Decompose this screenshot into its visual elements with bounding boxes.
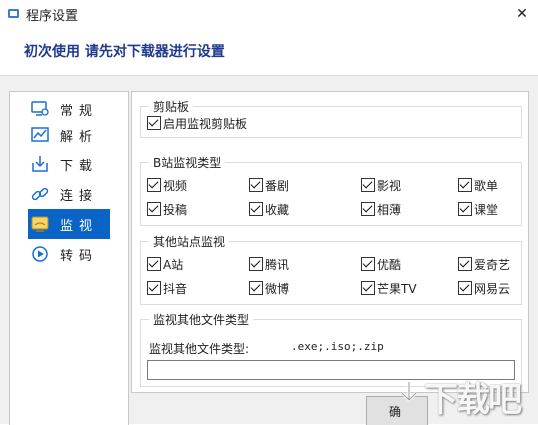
- sidebar-item-connect[interactable]: 连接: [28, 179, 110, 209]
- checkbox-checked-icon: [361, 178, 375, 192]
- checkbox-checked-icon: [249, 257, 263, 271]
- link-icon: [31, 187, 49, 201]
- group-title: 剪贴板: [149, 98, 194, 115]
- banner-text: 初次使用 请先对下载器进行设置: [24, 44, 225, 60]
- other-sites-group: 其他站点监视 A站 腾讯 优酷 爱奇艺 抖音 微博 芒果TV 网易云: [140, 233, 522, 305]
- checkbox-checked-icon: [458, 257, 472, 271]
- file-types-label: 监视其他文件类型:: [149, 342, 250, 356]
- checkbox-label: 收藏: [265, 203, 290, 217]
- play-circle-icon: [32, 246, 48, 262]
- checkbox-label: 歌单: [474, 179, 499, 193]
- checkbox-checked-icon: [147, 178, 161, 192]
- checkbox-label: 番剧: [265, 179, 290, 193]
- setup-banner: 初次使用 请先对下载器进行设置: [0, 28, 538, 76]
- checkbox-label: 投稿: [163, 203, 188, 217]
- checkbox-checked-icon: [458, 202, 472, 216]
- sidebar-item-monitor[interactable]: 监视: [28, 209, 110, 239]
- checkbox-label: 微博: [265, 282, 290, 296]
- sidebar-item-label: 监视: [60, 219, 99, 234]
- sidebar-item-label: 连接: [60, 189, 99, 204]
- sidebar-item-label: 下载: [60, 159, 99, 174]
- checkbox-checked-icon: [361, 202, 375, 216]
- sidebar-item-label: 常规: [60, 104, 99, 119]
- download-icon: [32, 156, 48, 172]
- checkbox-checked-icon: [361, 257, 375, 271]
- checkbox-checked-icon: [147, 257, 161, 271]
- checkbox-label: 网易云: [474, 282, 511, 296]
- checkbox-checked-icon: [249, 202, 263, 216]
- title-bar: 程序设置 ✕: [0, 0, 538, 28]
- checkbox-checked-icon: [249, 281, 263, 295]
- checkbox-label: 相薄: [377, 203, 402, 217]
- checkbox-label: 芒果TV: [377, 282, 417, 296]
- checkbox-label: 爱奇艺: [474, 258, 511, 272]
- checkbox-checked-icon: [147, 116, 161, 130]
- watermark-logo: 下载吧: [398, 362, 538, 424]
- group-title: 其他站点监视: [149, 233, 230, 250]
- checkbox-checked-icon: [458, 281, 472, 295]
- watermark-text: 下载吧: [424, 380, 522, 420]
- group-title: 监视其他文件类型: [149, 311, 254, 328]
- checkbox-checked-icon: [147, 281, 161, 295]
- bilibili-monitor-group: B站监视类型 视频 番剧 影视 歌单 投稿 收藏 相薄 课堂: [140, 154, 522, 226]
- checkbox-label: 启用监视剪贴板: [163, 117, 248, 131]
- file-types-value: .exe;.iso;.zip: [291, 340, 384, 353]
- window-title: 程序设置: [26, 9, 79, 24]
- checkbox-label: 影视: [377, 179, 402, 193]
- close-icon: ✕: [516, 6, 528, 22]
- sidebar-item-transcode[interactable]: 转码: [28, 239, 110, 269]
- checkbox-checked-icon: [249, 178, 263, 192]
- checkbox-label: 视频: [163, 179, 188, 193]
- group-title: B站监视类型: [149, 154, 226, 171]
- checkbox-label: 抖音: [163, 282, 188, 296]
- checkbox-checked-icon: [458, 178, 472, 192]
- sidebar-item-label: 解析: [60, 130, 99, 145]
- app-icon: [8, 9, 19, 18]
- close-button[interactable]: ✕: [506, 0, 538, 28]
- sidebar-item-parse[interactable]: 解析: [28, 120, 110, 150]
- checkbox-checked-icon: [361, 281, 375, 295]
- checkbox-label: 腾讯: [265, 258, 290, 272]
- download-arrow-icon: [400, 382, 418, 403]
- clipboard-group: 剪贴板 启用监视剪贴板: [140, 98, 522, 138]
- checkbox-checked-icon: [147, 202, 161, 216]
- monitor-icon: [31, 216, 49, 232]
- sidebar-item-download[interactable]: 下载: [28, 149, 110, 179]
- checkbox-label: A站: [163, 258, 184, 272]
- sidebar-item-label: 转码: [60, 249, 99, 264]
- monitor-settings-icon: [31, 101, 49, 116]
- settings-sidebar: 常规 解析 下载 连接 监视 转码: [9, 91, 129, 425]
- checkbox-label: 课堂: [474, 203, 499, 217]
- chart-icon: [31, 127, 49, 142]
- monitor-settings-panel: 剪贴板 启用监视剪贴板 B站监视类型 视频 番剧 影视 歌单 投稿 收藏 相薄 …: [131, 91, 529, 393]
- checkbox-label: 优酷: [377, 258, 402, 272]
